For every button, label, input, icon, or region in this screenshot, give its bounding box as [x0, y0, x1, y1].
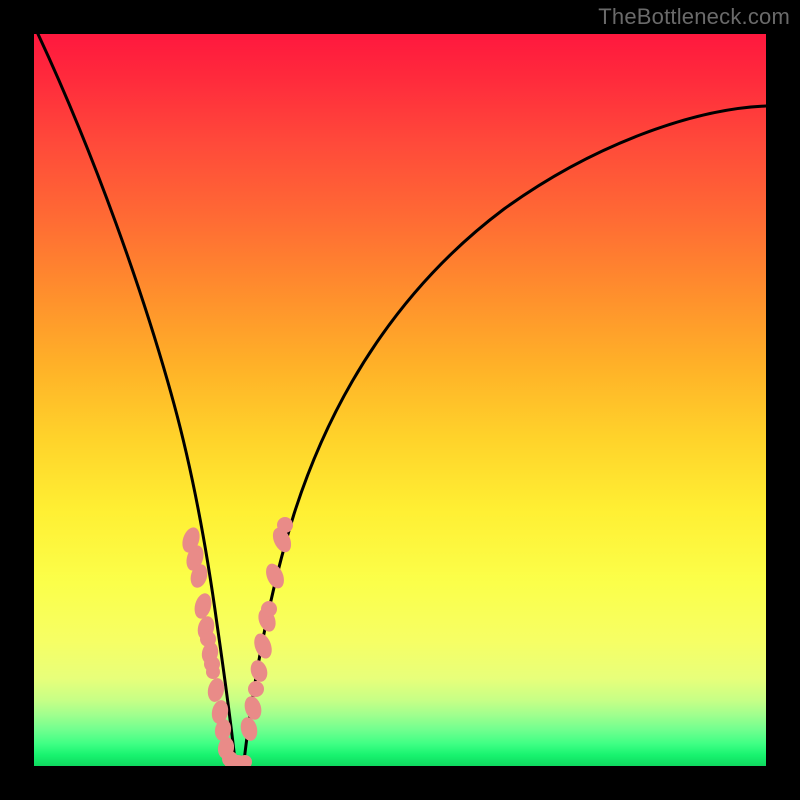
- bottleneck-curve: [38, 34, 766, 761]
- plot-area: [34, 34, 766, 766]
- curve-svg: [34, 34, 766, 766]
- curve-markers: [179, 517, 294, 766]
- watermark-text: TheBottleneck.com: [598, 4, 790, 30]
- chart-frame: TheBottleneck.com: [0, 0, 800, 800]
